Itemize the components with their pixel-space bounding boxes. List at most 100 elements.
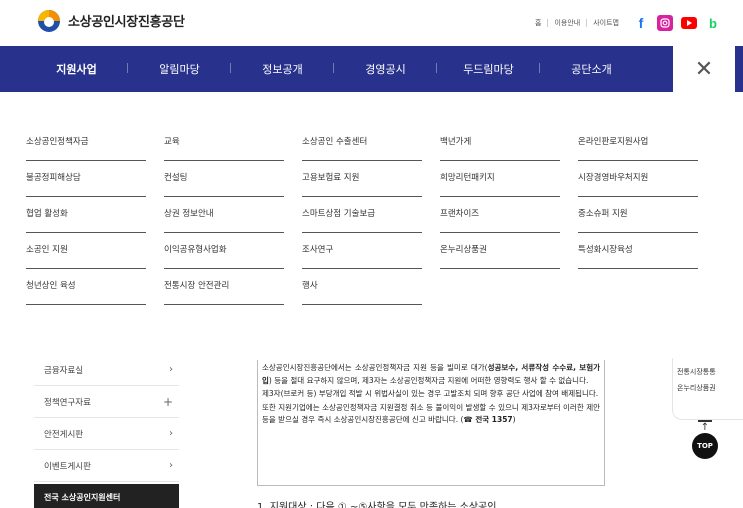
mega-menu-row: 소상공인정책자금 교육 소상공인 수출센터 백년가게 온라인판로지원사업 (26, 122, 726, 161)
sidebar-item-label: 안전게시판 (44, 429, 84, 440)
mega-menu-row: 소공인 지원 이익공유형사업화 조사연구 온누리상품권 특성화시장육성 (26, 230, 726, 269)
sidebar-item-label: 금융자료실 (44, 365, 84, 376)
menu-link[interactable]: 특성화시장육성 (578, 230, 716, 269)
menu-link-label: 중소슈퍼 지원 (578, 209, 628, 219)
sidebar-item-label: 이벤트게시판 (44, 461, 91, 472)
quick-link-traditional-market[interactable]: 전통시장통통 (677, 364, 739, 380)
nav-label: 정보공개 (262, 63, 303, 76)
menu-link-label: 스마트상점 기술보급 (302, 209, 376, 219)
nav-support-programs[interactable]: 지원사업 (25, 61, 128, 77)
menu-link[interactable]: 이익공유형사업화 (164, 230, 302, 269)
nav-notices[interactable]: 알림마당 (128, 61, 231, 77)
menu-link[interactable]: 컨설팅 (164, 158, 302, 197)
menu-link[interactable]: 소공인 지원 (26, 230, 164, 269)
menu-empty (578, 266, 716, 302)
arrow-up-icon: ↑ (698, 420, 712, 434)
menu-link-label: 시장경영바우처지원 (578, 173, 649, 183)
notice-text: ) (512, 415, 516, 424)
sidebar: 금융자료실 › 정책연구자료 + 안전게시판 › 이벤트게시판 › 전국 소상공… (34, 354, 179, 508)
guide-link[interactable]: 이용안내 (547, 19, 586, 27)
chevron-right-icon: › (169, 460, 173, 471)
menu-link[interactable]: 불공정피해상담 (26, 158, 164, 197)
quick-links-panel: 전통시장통통 온누리상품권 (672, 358, 743, 420)
chevron-right-icon: › (169, 364, 173, 375)
notice-text: 소상공인시장진흥공단에서는 소상공인정책자금 지원 등을 빌미로 대가( (262, 363, 488, 372)
top-header: 소상공인시장진흥공단 홈 이용안내 사이트맵 f b (0, 0, 743, 46)
menu-link-label: 특성화시장육성 (578, 245, 633, 255)
nav-management-notice[interactable]: 경영공시 (334, 61, 437, 77)
nav-about[interactable]: 공단소개 (540, 61, 643, 77)
menu-empty (440, 266, 578, 302)
menu-link-label: 백년가게 (440, 137, 472, 147)
menu-link-label: 온누리상품권 (440, 245, 487, 255)
close-menu-button[interactable]: ✕ (673, 46, 735, 92)
menu-link-label: 컨설팅 (164, 173, 188, 183)
menu-link[interactable]: 상권 정보안내 (164, 194, 302, 233)
sitemap-link[interactable]: 사이트맵 (586, 19, 625, 27)
menu-link[interactable]: 스마트상점 기술보급 (302, 194, 440, 233)
menu-link[interactable]: 전통시장 안전관리 (164, 266, 302, 305)
menu-link[interactable]: 청년상인 육성 (26, 266, 164, 305)
mega-menu-row: 협업 활성화 상권 정보안내 스마트상점 기술보급 프랜차이즈 중소슈퍼 지원 (26, 194, 726, 233)
menu-link[interactable]: 교육 (164, 122, 302, 161)
nav-disclosure[interactable]: 정보공개 (231, 61, 334, 77)
menu-link-label: 상권 정보안내 (164, 209, 214, 219)
menu-link[interactable]: 행사 (302, 266, 440, 305)
menu-link-label: 희망리턴패키지 (440, 173, 495, 183)
menu-link[interactable]: 온누리상품권 (440, 230, 578, 269)
main-navigation: 지원사업 알림마당 정보공개 경영공시 두드림마당 공단소개 ✕ (0, 46, 743, 92)
sidebar-item-finance-library[interactable]: 금융자료실 › (34, 354, 179, 386)
logo-icon[interactable] (36, 9, 62, 33)
notice-box: 소상공인시장진흥공단에서는 소상공인정책자금 지원 등을 빌미로 대가(성공보수… (257, 360, 605, 486)
menu-link-label: 고용보험료 지원 (302, 173, 360, 183)
menu-link[interactable]: 백년가게 (440, 122, 578, 161)
nav-label: 두드림마당 (463, 63, 514, 76)
notice-paragraph: 소상공인시장진흥공단에서는 소상공인정책자금 지원 등을 빌미로 대가(성공보수… (262, 362, 600, 387)
plus-icon: + (162, 394, 173, 409)
phone-number: ☎ 전국 1357 (463, 415, 513, 424)
facebook-icon[interactable]: f (633, 15, 649, 31)
instagram-icon[interactable] (657, 15, 673, 31)
sidebar-item-policy-research[interactable]: 정책연구자료 + (34, 386, 179, 418)
utility-links: 홈 이용안내 사이트맵 f b (529, 14, 743, 32)
notice-text: 또한 지원기업에는 소상공인정책자금 지원결정 취소 등 불이익이 발생할 수 … (262, 402, 600, 425)
menu-link-label: 청년상인 육성 (26, 281, 76, 291)
menu-link[interactable]: 프랜차이즈 (440, 194, 578, 233)
menu-link[interactable]: 협업 활성화 (26, 194, 164, 233)
sidebar-item-support-centers[interactable]: 전국 소상공인지원센터 (34, 484, 179, 508)
menu-link-label: 온라인판로지원사업 (578, 137, 649, 147)
quick-link-onnuri-voucher[interactable]: 온누리상품권 (677, 380, 739, 396)
menu-link[interactable]: 조사연구 (302, 230, 440, 269)
nav-edge (735, 46, 743, 92)
notice-text: ) 등을 절대 요구하지 않으며, 제3자는 소상공인정책자금 지원에 어떠한 … (268, 375, 589, 385)
org-name[interactable]: 소상공인시장진흥공단 (68, 11, 185, 30)
sidebar-item-label: 정책연구자료 (44, 397, 91, 408)
menu-link[interactable]: 고용보험료 지원 (302, 158, 440, 197)
nav-label: 공단소개 (571, 63, 612, 76)
nav-label: 지원사업 (56, 63, 97, 76)
sidebar-item-safety-board[interactable]: 안전게시판 › (34, 418, 179, 450)
sidebar-item-event-board[interactable]: 이벤트게시판 › (34, 450, 179, 482)
menu-link[interactable]: 시장경영바우처지원 (578, 158, 716, 197)
nav-label: 경영공시 (365, 63, 406, 76)
menu-link[interactable]: 희망리턴패키지 (440, 158, 578, 197)
menu-link-label: 소상공인정책자금 (26, 137, 89, 147)
home-link[interactable]: 홈 (529, 19, 547, 27)
chevron-right-icon: › (169, 428, 173, 439)
notice-paragraph: 또한 지원기업에는 소상공인정책자금 지원결정 취소 등 불이익이 발생할 수 … (262, 402, 600, 427)
menu-link[interactable]: 소상공인정책자금 (26, 122, 164, 161)
menu-link[interactable]: 중소슈퍼 지원 (578, 194, 716, 233)
notice-paragraph: 제3자(브로커 등) 부당개입 적발 시 위법사실이 있는 경우 고발조치 되며… (262, 389, 599, 398)
nav-dodream[interactable]: 두드림마당 (437, 61, 540, 77)
menu-link-label: 협업 활성화 (26, 209, 68, 219)
blog-icon[interactable]: b (705, 15, 721, 31)
menu-link[interactable]: 소상공인 수출센터 (302, 122, 440, 161)
nav-label: 알림마당 (159, 63, 200, 76)
menu-link-label: 불공정피해상담 (26, 173, 81, 183)
mega-menu-row: 청년상인 육성 전통시장 안전관리 행사 (26, 266, 726, 305)
menu-link[interactable]: 온라인판로지원사업 (578, 122, 716, 161)
scroll-top-button[interactable]: TOP (692, 433, 718, 459)
youtube-icon[interactable] (681, 17, 697, 29)
menu-link-label: 조사연구 (302, 245, 334, 255)
menu-link-label: 전통시장 안전관리 (164, 281, 230, 291)
